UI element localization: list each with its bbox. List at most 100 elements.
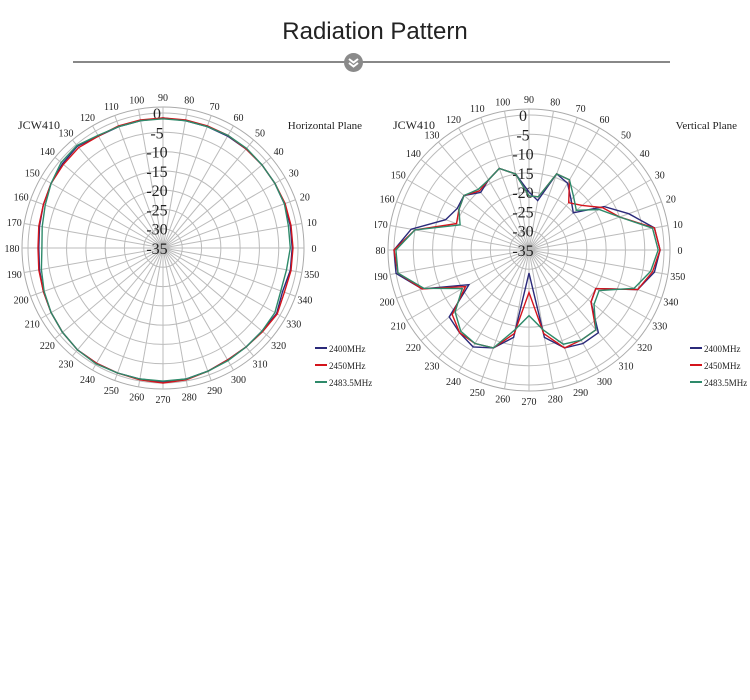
angle-tick-label: 270 (522, 397, 537, 408)
angle-tick-label: 60 (600, 115, 610, 126)
angle-tick-label: 260 (495, 395, 510, 406)
model-label: JCW410 (18, 118, 60, 132)
legend-label: 2400MHz (704, 344, 741, 354)
angle-tick-label: 10 (673, 220, 683, 231)
angle-tick-label: 120 (446, 115, 461, 126)
angle-tick-label: 70 (576, 104, 586, 115)
angle-tick-label: 140 (40, 147, 55, 158)
page-title: Radiation Pattern (282, 18, 468, 45)
angle-tick-label: 220 (40, 341, 55, 352)
angle-tick-label: 230 (58, 360, 73, 371)
angle-tick-label: 270 (156, 395, 171, 406)
angle-tick-label: 100 (129, 95, 144, 106)
legend-label: 2483.5MHz (704, 378, 747, 388)
legend-label: 2483.5MHz (329, 378, 372, 388)
angle-tick-label: 310 (619, 362, 634, 373)
angle-tick-label: 90 (524, 95, 534, 106)
angle-tick-label: 120 (80, 113, 95, 124)
angle-tick-label: 160 (380, 194, 395, 205)
plane-label: Vertical Plane (676, 120, 738, 132)
angle-tick-label: 240 (446, 377, 461, 388)
angle-tick-label: 80 (550, 97, 560, 108)
angle-tick-label: 220 (406, 343, 421, 354)
angle-tick-label: 320 (637, 343, 652, 354)
plane-label: Horizontal Plane (288, 120, 362, 132)
radial-tick-label: -5 (516, 127, 529, 144)
angle-tick-label: 60 (234, 113, 244, 124)
radial-tick-label: -30 (146, 222, 167, 239)
angle-tick-label: 250 (470, 388, 485, 399)
angle-tick-label: 170 (375, 220, 388, 231)
radial-tick-label: -35 (512, 243, 533, 260)
angle-tick-label: 200 (380, 298, 395, 309)
angle-tick-label: 0 (678, 246, 683, 257)
angle-tick-label: 250 (104, 386, 119, 397)
angle-tick-label: 10 (307, 218, 317, 229)
legend-label: 2400MHz (329, 344, 366, 354)
model-label: JCW410 (393, 118, 435, 132)
angle-tick-label: 190 (7, 270, 22, 281)
angle-tick-label: 100 (495, 97, 510, 108)
angle-tick-label: 170 (7, 218, 22, 229)
legend-label: 2450MHz (329, 361, 366, 371)
angle-tick-label: 230 (424, 362, 439, 373)
angle-tick-label: 190 (375, 272, 388, 283)
angle-tick-label: 340 (297, 296, 312, 307)
angle-tick-label: 240 (80, 375, 95, 386)
angle-tick-label: 0 (312, 244, 317, 255)
horizontal-plane-chart: 0 10 20 30 40 50 60 70 80 90 100 110 120 130140150 160… (5, 93, 373, 406)
angle-tick-label: 40 (640, 149, 650, 160)
angle-tick-label: 30 (655, 171, 665, 182)
angle-tick-label: 330 (652, 322, 667, 333)
radial-tick-label: -10 (146, 145, 167, 162)
radial-tick-label: -35 (146, 241, 167, 258)
radial-tick-label: -10 (512, 147, 533, 164)
angle-tick-label: 50 (621, 130, 631, 141)
angle-tick-label: 210 (391, 322, 406, 333)
angle-tick-label: 40 (274, 147, 284, 158)
double-chevron-down-icon (344, 53, 363, 72)
angle-tick-label: 30 (289, 169, 299, 180)
angle-tick-label: 20 (300, 192, 310, 203)
angle-tick-label: 180 (5, 244, 20, 255)
angle-tick-label: 350 (670, 272, 685, 283)
angle-tick-label: 290 (207, 386, 222, 397)
angle-tick-label: 200 (14, 296, 29, 307)
angle-tick-label: 70 (210, 102, 220, 113)
legend-label: 2450MHz (704, 361, 741, 371)
radial-tick-label: 0 (153, 106, 161, 123)
angle-tick-label: 140 (406, 149, 421, 160)
radial-tick-label: -20 (146, 183, 167, 200)
angle-tick-label: 130 (58, 128, 73, 139)
angle-tick-label: 50 (255, 128, 265, 139)
angle-tick-label: 110 (470, 104, 485, 115)
radial-tick-label: -25 (512, 204, 533, 221)
radial-tick-label: 0 (519, 108, 527, 125)
divider (73, 61, 670, 63)
angle-tick-label: 160 (14, 192, 29, 203)
angle-tick-label: 110 (104, 102, 119, 113)
angle-tick-label: 300 (597, 377, 612, 388)
angle-tick-label: 300 (231, 375, 246, 386)
angle-tick-label: 150 (25, 169, 40, 180)
angle-tick-label: 90 (158, 93, 168, 104)
radial-tick-label: -5 (150, 125, 163, 142)
angle-tick-label: 260 (129, 393, 144, 404)
vertical-plane-chart: 0102030405060708090100110120130140150160… (375, 95, 747, 408)
angle-tick-label: 320 (271, 341, 286, 352)
radial-tick-label: -25 (146, 202, 167, 219)
angle-tick-label: 330 (286, 320, 301, 331)
radial-tick-label: -15 (146, 164, 167, 181)
angle-tick-label: 310 (253, 360, 268, 371)
angle-tick-label: 20 (666, 194, 676, 205)
radial-tick-label: -30 (512, 224, 533, 241)
angle-tick-label: 290 (573, 388, 588, 399)
angle-tick-label: 180 (375, 246, 386, 257)
angle-tick-label: 280 (182, 393, 197, 404)
angle-tick-label: 340 (663, 298, 678, 309)
angle-tick-label: 150 (391, 171, 406, 182)
angle-tick-label: 210 (25, 320, 40, 331)
angle-tick-label: 80 (184, 95, 194, 106)
angle-tick-label: 280 (548, 395, 563, 406)
angle-tick-label: 350 (304, 270, 319, 281)
